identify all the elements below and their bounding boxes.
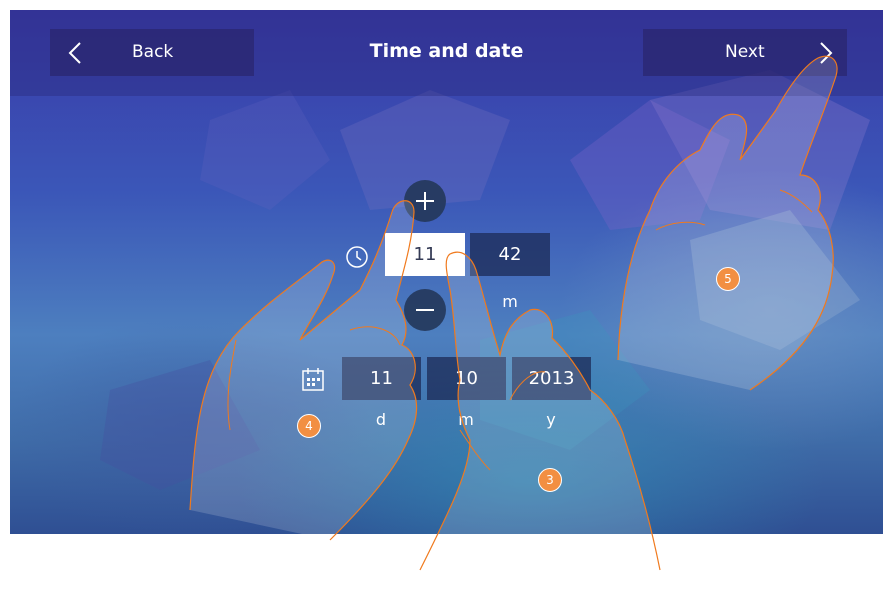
hand-gesture-illustrations bbox=[189, 55, 838, 571]
